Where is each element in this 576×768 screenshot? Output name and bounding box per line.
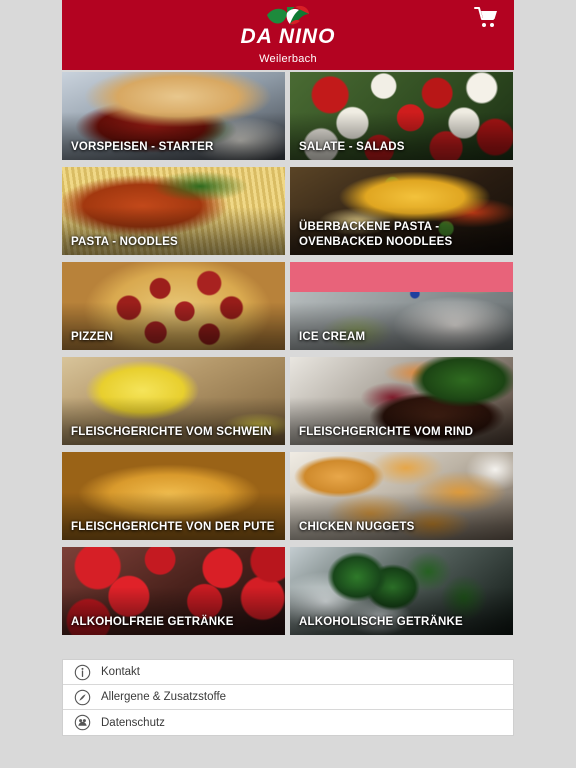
- shopping-cart-icon[interactable]: [474, 6, 498, 28]
- privacy-shield-circle-icon: [74, 714, 91, 731]
- category-label: CHICKEN NUGGETS: [299, 520, 415, 533]
- category-tile[interactable]: ICE CREAM: [290, 262, 513, 350]
- footer-links: Kontakt Allergene & Zusatzstoffe Datenschu…: [62, 659, 514, 736]
- category-label: ICE CREAM: [299, 330, 366, 343]
- category-label: ALKOHOLISCHE GETRÄNKE: [299, 615, 463, 628]
- info-circle-icon: [74, 664, 91, 681]
- footer-link-row[interactable]: Datenschutz: [63, 710, 513, 735]
- allergen-circle-icon: [74, 689, 91, 706]
- category-tile[interactable]: FLEISCHGERICHTE VOM SCHWEIN: [62, 357, 285, 445]
- category-grid: VORSPEISEN - STARTER SALATE - SALADS PASTA…: [62, 70, 514, 635]
- category-tile[interactable]: VORSPEISEN - STARTER: [62, 72, 285, 160]
- category-tile[interactable]: PIZZEN: [62, 262, 285, 350]
- category-tile[interactable]: ALKOHOLFREIE GETRÄNKE: [62, 547, 285, 635]
- category-tile[interactable]: ALKOHOLISCHE GETRÄNKE: [290, 547, 513, 635]
- app-root: DA NINO Weilerbach VORSPEISEN - STARTER S…: [0, 0, 576, 768]
- category-tile[interactable]: CHICKEN NUGGETS: [290, 452, 513, 540]
- footer-link-label: Allergene & Zusatzstoffe: [101, 691, 227, 703]
- category-label: SALATE - SALADS: [299, 140, 405, 153]
- category-label: ÜBERBACKENE PASTA - OVENBACKED NOODLEES: [299, 221, 453, 248]
- footer-link-row[interactable]: Kontakt: [63, 660, 513, 685]
- category-tile[interactable]: SALATE - SALADS: [290, 72, 513, 160]
- category-label: FLEISCHGERICHTE VOM SCHWEIN: [71, 425, 272, 438]
- category-label: PASTA - NOODLES: [71, 235, 178, 248]
- category-tile[interactable]: FLEISCHGERICHTE VOM RIND: [290, 357, 513, 445]
- category-label: VORSPEISEN - STARTER: [71, 140, 214, 153]
- category-label: FLEISCHGERICHTE VOM RIND: [299, 425, 474, 438]
- footer-link-label: Datenschutz: [101, 716, 165, 729]
- category-label: FLEISCHGERICHTE VON DER PUTE: [71, 520, 275, 533]
- page-content: DA NINO Weilerbach VORSPEISEN - STARTER S…: [62, 0, 514, 736]
- category-label: PIZZEN: [71, 330, 114, 343]
- italian-flag-swoosh-icon: [265, 5, 311, 27]
- category-label: ALKOHOLFREIE GETRÄNKE: [71, 615, 234, 628]
- brand-city: Weilerbach: [259, 53, 317, 65]
- footer-link-label: Kontakt: [101, 666, 140, 678]
- brand-name: DA NINO: [240, 25, 336, 48]
- category-tile[interactable]: ÜBERBACKENE PASTA - OVENBACKED NOODLEES: [290, 167, 513, 255]
- app-header: DA NINO Weilerbach: [62, 0, 514, 70]
- footer-link-row[interactable]: Allergene & Zusatzstoffe: [63, 685, 513, 710]
- brand-logo[interactable]: DA NINO Weilerbach: [241, 5, 336, 65]
- category-tile[interactable]: PASTA - NOODLES: [62, 167, 285, 255]
- category-tile[interactable]: FLEISCHGERICHTE VON DER PUTE: [62, 452, 285, 540]
